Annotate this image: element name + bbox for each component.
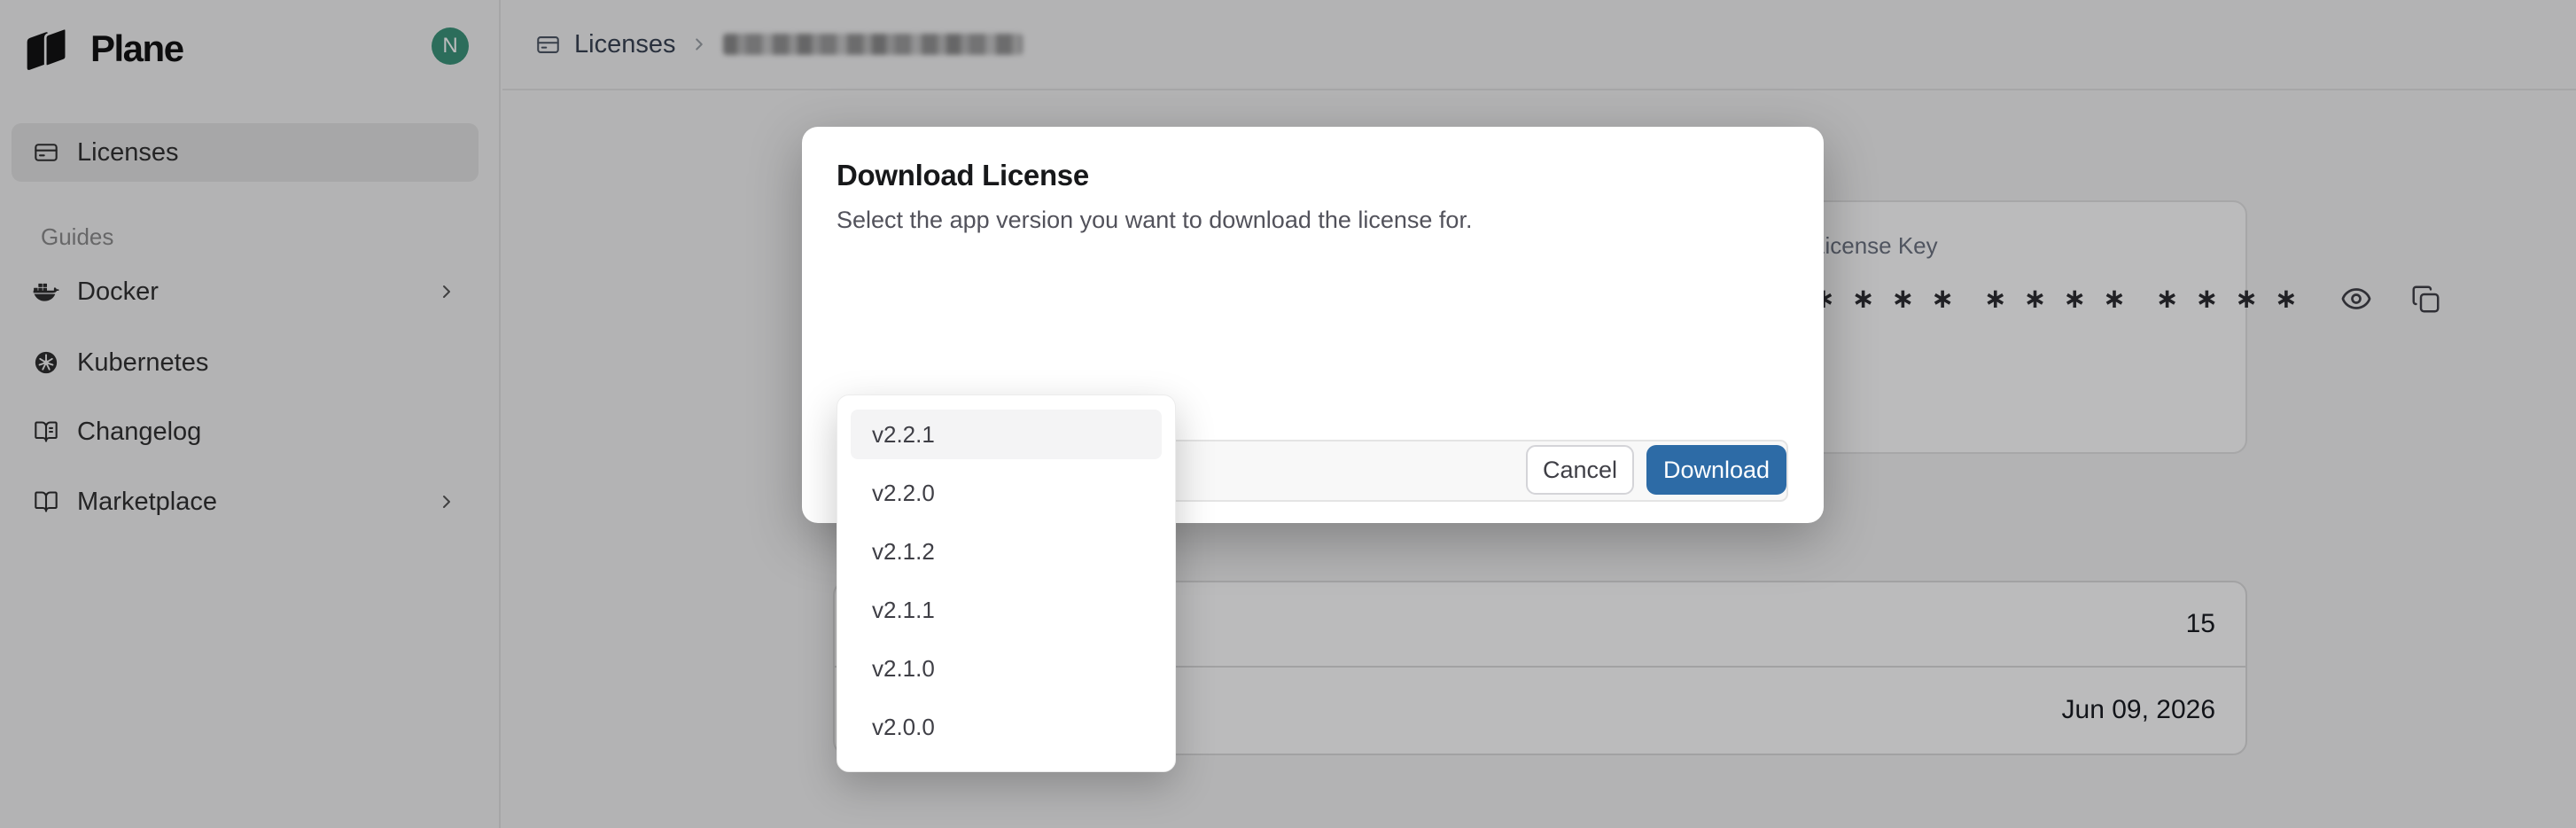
dropdown-option-v2.1.2[interactable]: v2.1.2: [851, 527, 1162, 576]
modal-subtitle: Select the app version you want to downl…: [837, 207, 1789, 234]
dropdown-option-v2.2.1[interactable]: v2.2.1: [851, 410, 1162, 459]
cancel-button[interactable]: Cancel: [1526, 445, 1634, 495]
dropdown-option-v2.2.0[interactable]: v2.2.0: [851, 468, 1162, 518]
dropdown-option-v2.1.1[interactable]: v2.1.1: [851, 585, 1162, 635]
dropdown-option-v2.1.0[interactable]: v2.1.0: [851, 644, 1162, 693]
modal-title: Download License: [837, 159, 1789, 192]
dropdown-option-v2.0.0[interactable]: v2.0.0: [851, 702, 1162, 752]
download-button[interactable]: Download: [1646, 445, 1786, 495]
app-version-dropdown: v2.2.1 v2.2.0 v2.1.2 v2.1.1 v2.1.0 v2.0.…: [837, 394, 1176, 772]
